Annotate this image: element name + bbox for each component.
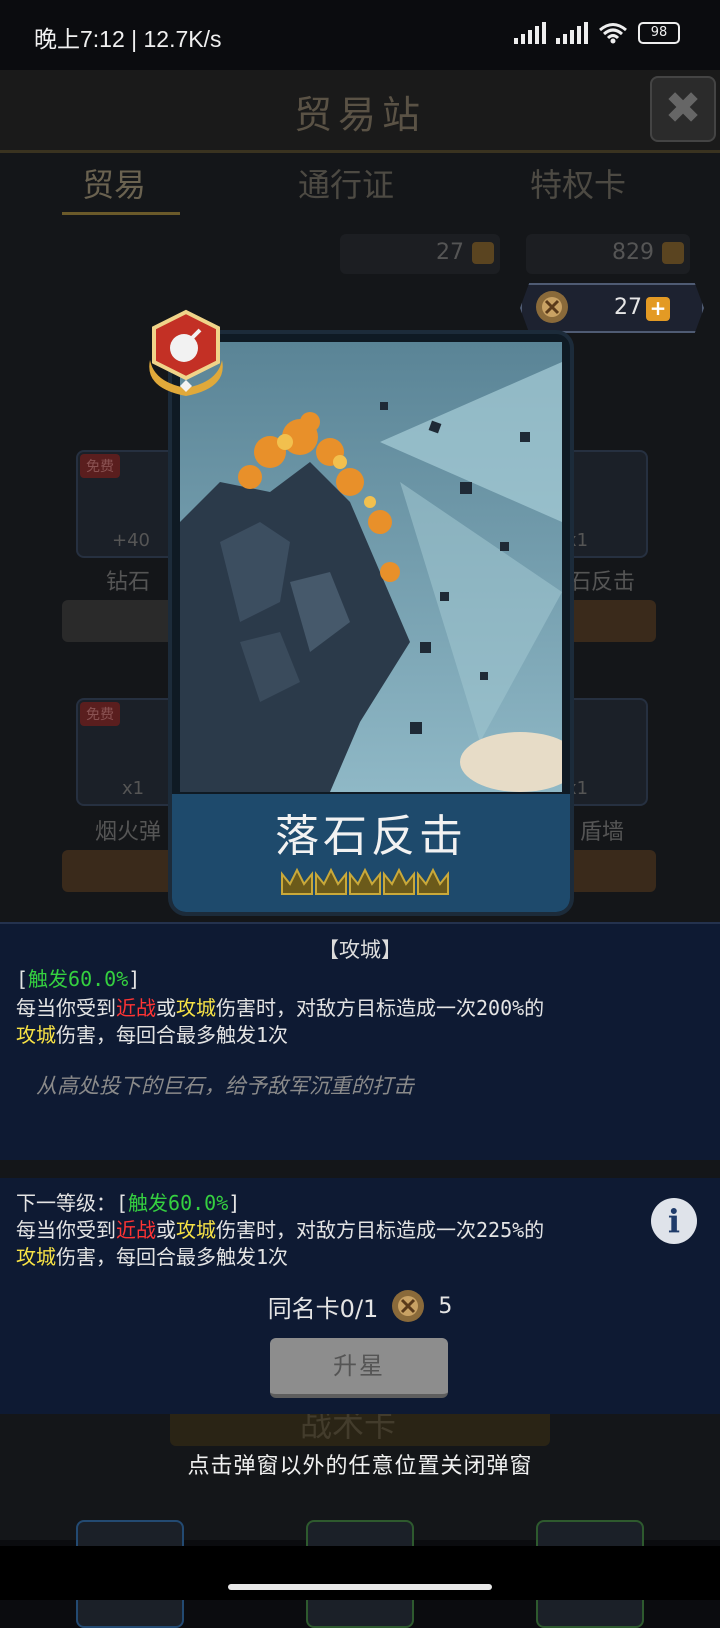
currency-value: 27 xyxy=(614,295,642,320)
item-qty: +40 xyxy=(112,530,150,551)
effect-text: 每当你受到 xyxy=(16,996,116,1020)
effect-text: 每当你受到 xyxy=(16,1218,116,1242)
skill-card: 落石反击 xyxy=(168,330,574,916)
effect-text: 伤害，每回合最多触发1次 xyxy=(56,1245,289,1269)
signal-2-icon xyxy=(556,22,588,44)
duplicate-card-row: 同名卡0/1 5 xyxy=(0,1286,720,1326)
system-nav-bar xyxy=(0,1546,720,1600)
home-indicator[interactable] xyxy=(228,1584,492,1590)
siege-keyword: 攻城 xyxy=(176,1218,216,1242)
signal-icon xyxy=(514,22,546,44)
melee-keyword: 近战 xyxy=(116,1218,156,1242)
tab-privilege[interactable]: 特权卡 xyxy=(530,160,626,206)
wifi-icon xyxy=(599,23,627,44)
medal-icon xyxy=(392,1290,425,1322)
free-badge: 免费 xyxy=(80,702,120,726)
crown-icon xyxy=(349,867,381,895)
bracket: [ xyxy=(16,967,29,991)
card-artwork xyxy=(180,342,562,792)
status-icons: 98 xyxy=(514,22,680,44)
card-name: 落石反击 xyxy=(275,811,467,862)
free-badge: 免费 xyxy=(80,454,120,478)
status-time: 晚上7:12 | 12.7K/s xyxy=(34,26,222,52)
next-level-trigger: 下一等级：[触发60.0%] xyxy=(16,1190,240,1217)
crown-icon xyxy=(383,867,415,895)
medal-icon xyxy=(536,291,568,323)
battery-icon: 98 xyxy=(638,22,680,44)
effect-text: 伤害时，对敌方目标造成一次225%的 xyxy=(216,1218,545,1242)
trigger-rate: 触发60.0% xyxy=(28,967,129,991)
trigger-rate: 触发60.0% xyxy=(128,1191,229,1215)
effect-text: 伤害时，对敌方目标造成一次200%的 xyxy=(216,996,545,1020)
item-video-button[interactable] xyxy=(62,850,182,892)
effect-text: 或 xyxy=(156,1218,176,1242)
status-bar: 晚上7:12 | 12.7K/s 98 xyxy=(0,0,720,70)
page-title: 贸易站 xyxy=(293,93,426,137)
trigger-line: [触发60.0%] xyxy=(16,966,140,993)
currency-gem: 829 xyxy=(526,234,690,274)
tab-trade[interactable]: 贸易 xyxy=(82,160,146,206)
item-label: 钻石 xyxy=(105,570,150,595)
siege-keyword: 攻城 xyxy=(16,1023,56,1047)
next-effect-line-2: 攻城伤害，每回合最多触发1次 xyxy=(16,1244,288,1271)
tab-bar: 贸易 通行证 特权卡 xyxy=(0,160,720,220)
upgrade-cost: 5 xyxy=(438,1293,453,1319)
effect-text: 伤害，每回合最多触发1次 xyxy=(56,1023,289,1047)
info-icon[interactable]: i xyxy=(651,1198,697,1244)
bomb-badge-icon xyxy=(149,309,223,396)
currency-display: 27 + xyxy=(520,283,704,333)
plus-icon[interactable] xyxy=(662,242,684,264)
skill-category: 【攻城】 xyxy=(318,938,402,962)
next-level-label: 下一等级：[ xyxy=(16,1191,129,1215)
duplicate-card-label: 同名卡0/1 xyxy=(267,1294,379,1323)
effect-line-1: 每当你受到近战或攻城伤害时，对敌方目标造成一次200%的 xyxy=(16,995,544,1022)
next-effect-line-1: 每当你受到近战或攻城伤害时，对敌方目标造成一次225%的 xyxy=(16,1217,544,1244)
plus-icon[interactable] xyxy=(472,242,494,264)
tab-pass[interactable]: 通行证 xyxy=(298,160,394,206)
close-hint: 点击弹窗以外的任意位置关闭弹窗 xyxy=(187,1454,533,1479)
bracket: ] xyxy=(128,967,141,991)
tab-underline xyxy=(62,212,180,215)
close-button[interactable]: ✖ xyxy=(650,76,716,142)
siege-keyword: 攻城 xyxy=(16,1245,56,1269)
siege-keyword: 攻城 xyxy=(176,996,216,1020)
crown-icon xyxy=(417,867,449,895)
crown-icon xyxy=(315,867,347,895)
item-qty: x1 xyxy=(122,778,145,799)
item-label: 烟火弹 xyxy=(94,820,161,845)
effect-text: 或 xyxy=(156,996,176,1020)
upgrade-star-button[interactable]: 升星 xyxy=(270,1338,448,1398)
star-rating xyxy=(281,867,449,895)
currency-medal: 27 xyxy=(340,234,500,274)
effect-line-2: 攻城伤害，每回合最多触发1次 xyxy=(16,1022,288,1049)
currency-medal-value: 27 xyxy=(436,240,464,265)
crown-icon xyxy=(281,867,313,895)
flavor-text: 从高处投下的巨石，给予敌军沉重的打击 xyxy=(36,1074,414,1098)
melee-keyword: 近战 xyxy=(116,996,156,1020)
item-button[interactable] xyxy=(62,600,182,642)
add-currency-button[interactable]: + xyxy=(646,297,670,321)
currency-gem-value: 829 xyxy=(612,240,654,265)
bracket: ] xyxy=(228,1191,241,1215)
